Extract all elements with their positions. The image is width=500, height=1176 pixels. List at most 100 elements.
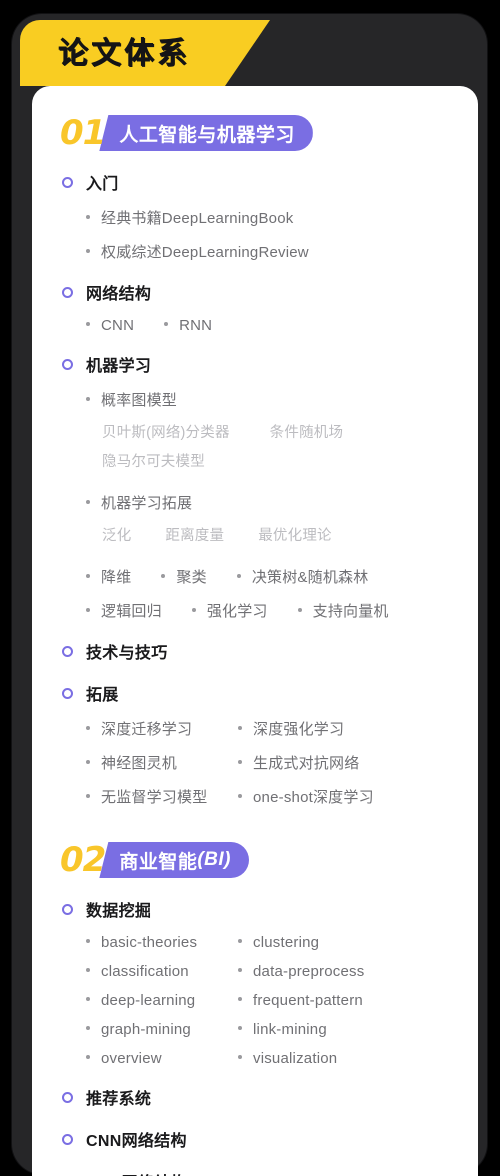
section-01-header: 01 人工智能与机器学习	[60, 114, 478, 152]
list-item[interactable]: 权威综述DeepLearningReview	[86, 241, 309, 262]
bullet-row: CNN RNN	[86, 317, 478, 334]
bullet-dot-icon	[86, 794, 90, 798]
list-item[interactable]: 经典书籍DeepLearningBook	[86, 207, 293, 228]
bullet-dot-icon	[86, 249, 90, 253]
list-item[interactable]: one-shot深度学习	[238, 786, 478, 807]
list-item-label: visualization	[253, 1050, 337, 1067]
list-item[interactable]: visualization	[238, 1050, 478, 1067]
list-item-label: 决策树&随机森林	[252, 566, 369, 587]
group-label: 网络结构	[86, 280, 151, 304]
list-item[interactable]: 生成式对抗网络	[238, 752, 478, 773]
faint-item[interactable]: 距离度量	[165, 524, 224, 545]
list-item-label: 神经图灵机	[101, 752, 177, 773]
list-item[interactable]: 深度强化学习	[238, 718, 478, 739]
section-02-header: 02 商业智能(BI)	[60, 841, 478, 879]
group-label: 拓展	[86, 681, 119, 705]
spacer-top	[32, 86, 478, 114]
bullet-dot-icon	[238, 794, 242, 798]
list-item[interactable]: 神经图灵机	[86, 752, 238, 773]
bullet-dot-icon	[164, 322, 168, 326]
list-item-label: 强化学习	[207, 600, 268, 621]
section-01: 01 人工智能与机器学习 入门 经典书籍DeepLearningBook	[32, 114, 478, 807]
list-item-label: 经典书籍DeepLearningBook	[101, 207, 293, 228]
bullet-grid: basic-theories clustering classification…	[86, 934, 478, 1067]
group-item-推荐系统[interactable]: 推荐系统	[62, 1085, 478, 1109]
group-label: 数据挖掘	[86, 897, 151, 921]
list-item[interactable]: 强化学习	[192, 600, 268, 621]
list-item-label: 深度迁移学习	[101, 718, 192, 739]
group-label: 机器学习	[86, 352, 151, 376]
circle-marker-icon	[62, 1092, 73, 1103]
bullet-dot-icon	[238, 997, 242, 1001]
bullet-dot-icon	[86, 215, 90, 219]
bullet-dot-icon	[238, 1055, 242, 1059]
list-item[interactable]: basic-theories	[86, 934, 238, 951]
section-02-title-italic: (BI)	[197, 849, 231, 871]
section-01-title: 人工智能与机器学习	[99, 115, 313, 151]
list-item[interactable]: 机器学习拓展	[86, 492, 192, 513]
section-02-title-plain: 商业智能	[119, 847, 197, 874]
faint-row: 泛化 距离度量 最优化理论	[102, 524, 432, 553]
list-item[interactable]: classification	[86, 963, 238, 980]
list-item[interactable]: data-preprocess	[238, 963, 478, 980]
list-item[interactable]: overview	[86, 1050, 238, 1067]
section-02: 02 商业智能(BI) 数据挖掘 basic-theories clusteri	[32, 841, 478, 1176]
group-item-拓展[interactable]: 拓展	[62, 681, 478, 705]
list-item-label: basic-theories	[101, 934, 197, 951]
group-item-入门[interactable]: 入门	[62, 170, 478, 194]
group-item-机器学习[interactable]: 机器学习	[62, 352, 478, 376]
bullet-dot-icon	[237, 574, 241, 578]
group-label: RNN网络结构	[86, 1169, 187, 1176]
group-item-rnn网络结构[interactable]: RNN网络结构	[62, 1169, 478, 1176]
list-item[interactable]: 决策树&随机森林	[237, 566, 369, 587]
section-spacer	[32, 807, 478, 841]
list-item[interactable]: 概率图模型	[86, 389, 177, 410]
bullet-dot-icon	[86, 500, 90, 504]
bullet-dot-icon	[238, 1026, 242, 1030]
circle-marker-icon	[62, 177, 73, 188]
group-item-技术与技巧[interactable]: 技术与技巧	[62, 639, 478, 663]
list-item[interactable]: CNN	[86, 317, 134, 334]
card-inner: 01 人工智能与机器学习 入门 经典书籍DeepLearningBook	[32, 86, 478, 1176]
circle-marker-icon	[62, 646, 73, 657]
bullet-row: 逻辑回归 强化学习 支持向量机	[86, 600, 478, 621]
bullet-dot-icon	[238, 939, 242, 943]
list-item-label: graph-mining	[101, 1021, 191, 1038]
group-item-网络结构[interactable]: 网络结构	[62, 280, 478, 304]
group-item-cnn网络结构[interactable]: CNN网络结构	[62, 1127, 478, 1151]
list-item[interactable]: RNN	[164, 317, 212, 334]
list-item[interactable]: deep-learning	[86, 992, 238, 1009]
bullet-dot-icon	[86, 760, 90, 764]
list-item[interactable]: graph-mining	[86, 1021, 238, 1038]
faint-item[interactable]: 隐马尔可夫模型	[102, 450, 205, 471]
list-item-label: clustering	[253, 934, 319, 951]
bullet-row: 权威综述DeepLearningReview	[86, 241, 478, 262]
faint-item[interactable]: 贝叶斯(网络)分类器	[102, 421, 230, 442]
list-item[interactable]: 聚类	[161, 566, 206, 587]
list-item[interactable]: 深度迁移学习	[86, 718, 238, 739]
bullet-row: 机器学习拓展	[86, 492, 478, 513]
list-item-label: 聚类	[176, 566, 206, 587]
list-item[interactable]: 支持向量机	[298, 600, 389, 621]
faint-item[interactable]: 条件随机场	[270, 421, 344, 442]
bullet-dot-icon	[86, 1026, 90, 1030]
circle-marker-icon	[62, 1134, 73, 1145]
list-item[interactable]: frequent-pattern	[238, 992, 478, 1009]
bullet-dot-icon	[238, 760, 242, 764]
faint-item[interactable]: 最优化理论	[258, 524, 332, 545]
list-item-label: 深度强化学习	[253, 718, 344, 739]
list-item[interactable]: 降维	[86, 566, 131, 587]
list-item[interactable]: link-mining	[238, 1021, 478, 1038]
bullet-dot-icon	[298, 608, 302, 612]
list-item[interactable]: 无监督学习模型	[86, 786, 238, 807]
faint-item[interactable]: 泛化	[102, 524, 131, 545]
list-item-label: overview	[101, 1050, 162, 1067]
bullet-dot-icon	[86, 968, 90, 972]
list-item-label: 支持向量机	[313, 600, 389, 621]
list-item[interactable]: 逻辑回归	[86, 600, 162, 621]
list-item[interactable]: clustering	[238, 934, 478, 951]
group-item-数据挖掘[interactable]: 数据挖掘	[62, 897, 478, 921]
circle-marker-icon	[62, 688, 73, 699]
circle-marker-icon	[62, 287, 73, 298]
section-02-title: 商业智能(BI)	[99, 842, 249, 878]
